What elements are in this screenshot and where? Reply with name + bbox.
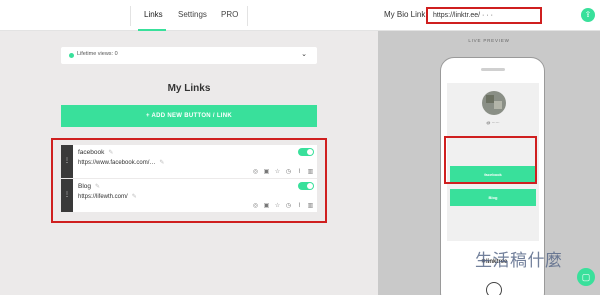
divider [130,6,131,26]
page-title: My Links [167,83,211,94]
avatar-pixel [494,101,502,109]
status-dot-icon [69,53,74,58]
links-editor-panel: Lifetime views: 0 ⌄ My Links + ADD NEW B… [0,31,378,295]
tab-links[interactable]: Links [144,10,163,19]
preview-link-button[interactable]: Blog [450,189,536,206]
add-link-button[interactable]: + ADD NEW BUTTON / LINK [61,105,317,127]
highlight-box [51,138,327,223]
chat-icon[interactable]: ▢ [577,268,595,286]
bio-link-url[interactable]: https://linktr.ee/ · · · [426,7,542,24]
lifetime-views-panel[interactable]: Lifetime views: 0 ⌄ [61,47,317,64]
home-button [486,282,502,295]
divider [247,6,248,26]
lifetime-views-text: Lifetime views: 0 [77,51,118,57]
live-preview-heading: LIVE PREVIEW [468,38,510,43]
bio-link-label: My Bio Link: [384,10,428,19]
tab-settings[interactable]: Settings [178,10,207,19]
highlight-box [444,136,537,184]
share-icon[interactable]: ⇪ [581,8,595,22]
speaker [481,68,505,71]
watermark: 生活稿什麼 [475,251,563,271]
avatar-pixel [486,95,494,103]
chevron-down-icon[interactable]: ⌄ [301,50,307,58]
profile-username: @ ······ [486,120,500,125]
avatar [482,91,506,115]
top-bar: Links Settings PRO My Bio Link: https://… [0,0,600,31]
tab-pro[interactable]: PRO [221,10,238,19]
